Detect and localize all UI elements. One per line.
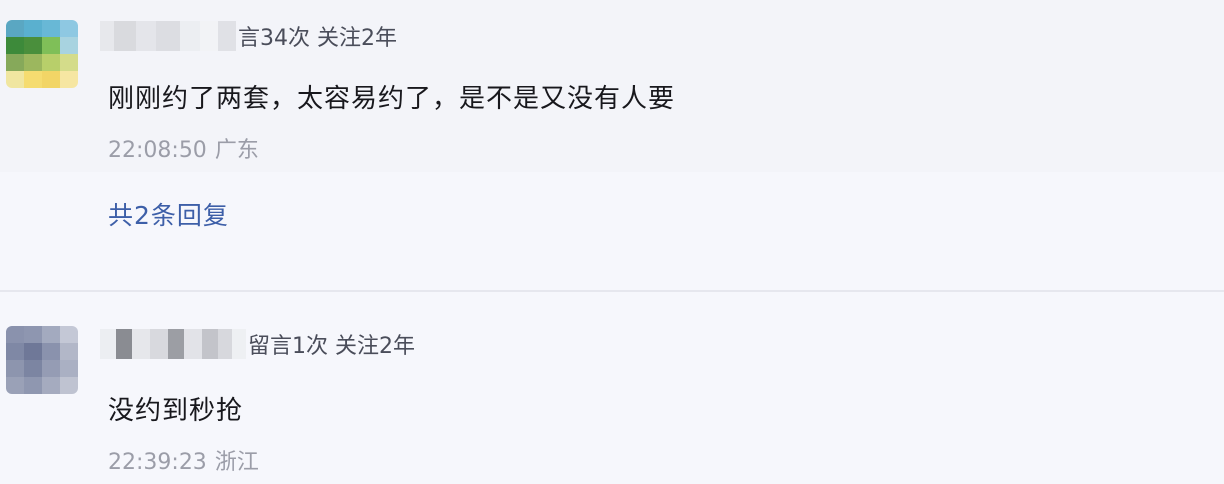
- comment-item-2: 留言1次 关注2年 没约到秒抢 22:39:23 浙江: [0, 292, 1224, 484]
- comment-item-1: 言34次 关注2年 刚刚约了两套，太容易约了，是不是又没有人要 22:08:50…: [0, 0, 1224, 290]
- avatar[interactable]: [6, 326, 78, 394]
- comment-time-location: 22:39:23 浙江: [108, 444, 259, 476]
- view-replies-link[interactable]: 共2条回复: [108, 196, 229, 232]
- username-blurred[interactable]: [100, 326, 246, 362]
- comment-time-location: 22:08:50 广东: [108, 132, 259, 164]
- comment-meta: 言34次 关注2年: [238, 26, 397, 51]
- comment-location: 广东: [214, 138, 259, 163]
- comment-text: 刚刚约了两套，太容易约了，是不是又没有人要: [108, 84, 676, 114]
- comment-meta-row: 言34次 关注2年: [100, 16, 397, 56]
- comment-time: 22:08:50: [108, 138, 207, 163]
- avatar[interactable]: [6, 20, 78, 88]
- comment-location: 浙江: [214, 450, 259, 475]
- comment-meta: 留言1次 关注2年: [248, 334, 415, 359]
- username-blurred[interactable]: [100, 18, 236, 54]
- comment-meta-row: 留言1次 关注2年: [100, 324, 415, 364]
- comment-time: 22:39:23: [108, 450, 207, 475]
- comment-text: 没约到秒抢: [108, 396, 244, 426]
